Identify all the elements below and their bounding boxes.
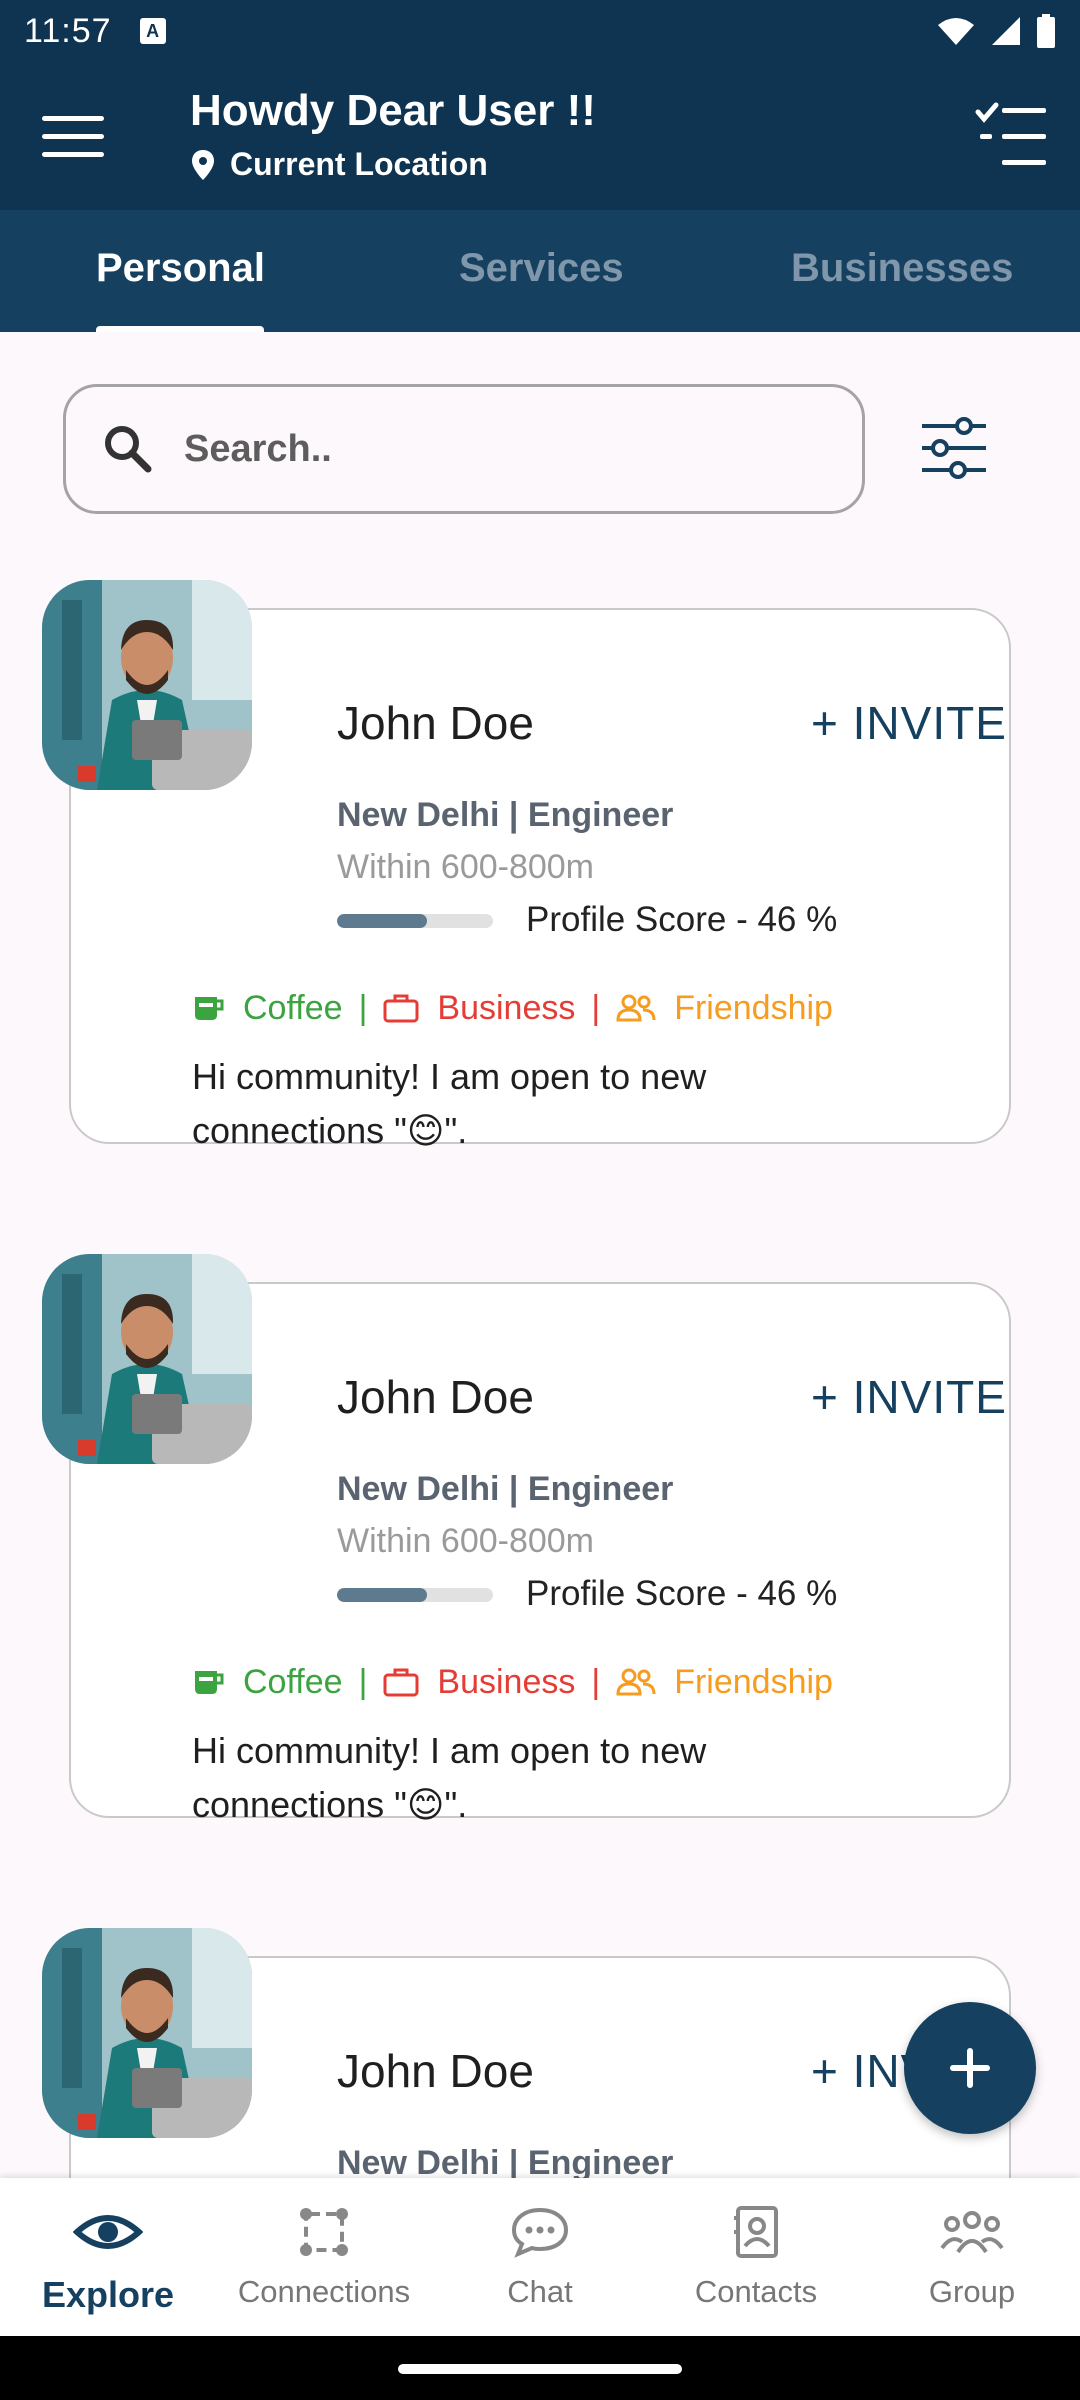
nav-chat[interactable]: Chat	[432, 2202, 648, 2310]
profile-distance: Within 600-800m	[337, 848, 595, 886]
coffee-cup-icon	[195, 1671, 224, 1694]
avatar[interactable]	[42, 1928, 252, 2138]
chat-icon	[511, 2207, 569, 2258]
people-icon	[616, 994, 656, 1022]
tag-separator: |	[591, 1662, 601, 1701]
interest-tags: Coffee | Business | Friendship	[193, 1660, 833, 1704]
profile-score-label: Profile Score - 46 %	[526, 1574, 838, 1613]
bottom-navigation: Explore Connections Chat Contacts Group	[0, 2178, 1080, 2336]
tab-businesses[interactable]: Businesses	[791, 246, 1013, 291]
tab-personal[interactable]: Personal	[96, 246, 265, 291]
top-app-bar: 11:57 A Howdy Dear User !! Current Locat…	[0, 0, 1080, 332]
profile-score-bar	[337, 914, 493, 928]
status-bar: 11:57 A	[0, 0, 1080, 62]
tab-indicator	[96, 326, 264, 332]
nav-connections[interactable]: Connections	[216, 2202, 432, 2310]
profile-distance: Within 600-800m	[337, 1522, 595, 1560]
tag-coffee: Coffee	[193, 1663, 343, 1702]
profile-name: John Doe	[337, 697, 534, 749]
search-bar[interactable]	[63, 384, 865, 514]
nav-contacts-label: Contacts	[694, 2274, 818, 2309]
briefcase-icon	[383, 1668, 419, 1697]
tag-friendship-label: Friendship	[674, 1662, 833, 1701]
profile-score-fill	[337, 1588, 428, 1602]
tag-coffee-label: Coffee	[243, 1662, 343, 1701]
tag-coffee: Coffee	[193, 989, 343, 1028]
interest-tags: Coffee | Business | Friendship	[193, 986, 833, 1030]
tag-separator: |	[358, 988, 368, 1027]
profile-bio: Hi community! I am open to new connectio…	[192, 1730, 707, 1825]
group-icon	[940, 2211, 1004, 2254]
avatar-photo	[42, 1928, 252, 2138]
home-gesture-handle[interactable]	[398, 2364, 682, 2374]
profile-score-fill	[337, 914, 428, 928]
tag-coffee-label: Coffee	[243, 988, 343, 1027]
checklist-icon[interactable]	[974, 102, 1048, 172]
tag-friendship: Friendship	[616, 1663, 833, 1702]
tag-business-label: Business	[437, 1662, 576, 1701]
profile-location-profession: New Delhi | Engineer	[337, 796, 674, 834]
tag-friendship-label: Friendship	[674, 988, 833, 1027]
nav-explore-label: Explore	[41, 2274, 175, 2315]
coffee-cup-icon	[195, 997, 224, 1020]
tag-separator: |	[358, 1662, 368, 1701]
current-location[interactable]: Current Location	[192, 146, 488, 183]
profile-name: John Doe	[337, 1371, 534, 1423]
plus-icon	[950, 2048, 990, 2088]
contacts-icon	[734, 2206, 778, 2258]
nav-chat-label: Chat	[507, 2274, 573, 2309]
invite-button[interactable]: + INVITE	[811, 696, 1007, 750]
wifi-icon	[938, 18, 974, 45]
profile-card[interactable]: John Doe + INVITE New Delhi | Engineer W…	[0, 1254, 1080, 1825]
gesture-navigation-bar	[0, 2336, 1080, 2400]
nav-group[interactable]: Group	[864, 2202, 1080, 2310]
tag-business-label: Business	[437, 988, 576, 1027]
nav-contacts[interactable]: Contacts	[648, 2202, 864, 2310]
tag-business: Business	[383, 1663, 575, 1702]
notification-icon: A	[139, 18, 166, 44]
avatar-photo	[42, 580, 252, 790]
status-icons	[936, 14, 1056, 48]
eye-icon	[73, 2215, 143, 2249]
status-time: 11:57	[24, 11, 112, 50]
profile-name: John Doe	[337, 2045, 534, 2097]
briefcase-icon	[383, 994, 419, 1023]
tag-business: Business	[383, 989, 575, 1028]
nav-explore[interactable]: Explore	[0, 2202, 216, 2316]
app-bar: Howdy Dear User !! Current Location	[0, 62, 1080, 210]
nav-group-label: Group	[928, 2274, 1016, 2309]
tag-friendship: Friendship	[616, 989, 833, 1028]
menu-icon[interactable]	[42, 116, 104, 158]
add-fab-button[interactable]	[904, 2002, 1036, 2134]
profile-bio: Hi community! I am open to new connectio…	[192, 1056, 707, 1151]
profile-score-bar	[337, 1588, 493, 1602]
greeting-title: Howdy Dear User !!	[190, 86, 596, 135]
nav-connections-label: Connections	[237, 2274, 411, 2309]
tab-bar: Personal Services Businesses	[0, 210, 1080, 332]
location-label: Current Location	[230, 146, 488, 182]
people-icon	[616, 1668, 656, 1696]
avatar-photo	[42, 1254, 252, 1464]
tag-separator: |	[591, 988, 601, 1027]
search-input[interactable]	[184, 427, 784, 471]
filter-sliders-icon[interactable]	[918, 416, 990, 480]
tab-services[interactable]: Services	[459, 246, 624, 291]
battery-icon	[1037, 14, 1055, 48]
avatar[interactable]	[42, 580, 252, 790]
signal-icon	[992, 17, 1020, 45]
profile-location-profession: New Delhi | Engineer	[337, 1470, 674, 1508]
search-icon	[105, 426, 152, 473]
profile-score-label: Profile Score - 46 %	[526, 900, 838, 939]
profile-card[interactable]: John Doe + INVITE New Delhi | Engineer W…	[0, 580, 1080, 1151]
invite-button[interactable]: + INVITE	[811, 1370, 1007, 1424]
location-pin-icon	[192, 149, 214, 180]
avatar[interactable]	[42, 1254, 252, 1464]
connections-icon	[300, 2208, 348, 2256]
